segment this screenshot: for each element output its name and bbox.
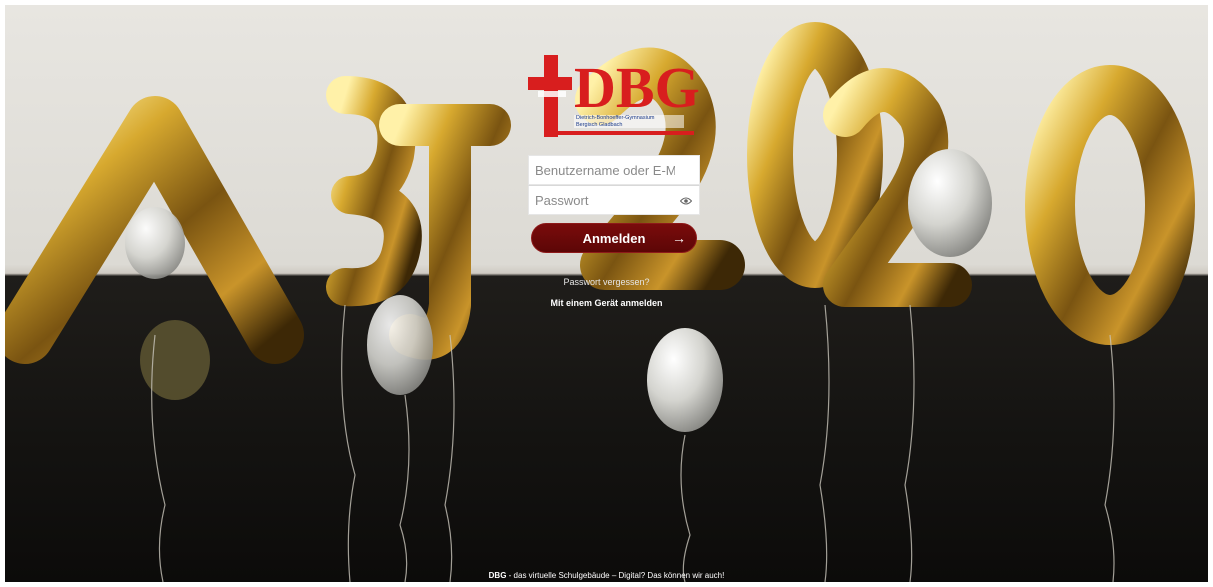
username-input[interactable] [529,156,699,184]
logo-line2: Bergisch Gladbach [576,122,622,128]
eye-icon[interactable] [680,196,692,206]
logo-cross-icon [528,55,572,137]
device-login-link[interactable]: Mit einem Gerät anmelden [0,298,1213,308]
footer-brand: DBG [488,571,507,580]
password-input[interactable] [529,186,699,214]
arrow-right-icon: → [672,230,686,246]
footer-text: DBG - das virtuelle Schulgebäude – Digit… [0,571,1213,580]
login-button[interactable]: Anmelden → [531,223,697,253]
forgot-password-link[interactable]: Passwort vergessen? [0,277,1213,287]
username-field-wrap [528,155,700,185]
footer-tagline: - das virtuelle Schulgebäude – Digital? … [506,571,725,580]
logo-brand-text: DBG [574,55,700,120]
login-form [528,155,700,215]
logo-line1: Dietrich-Bonhoeffer-Gymnasium [576,115,655,121]
school-logo: DBG Dietrich-Bonhoeffer-Gymnasium Bergis… [526,55,701,137]
password-field-wrap [528,185,700,215]
login-page: DBG Dietrich-Bonhoeffer-Gymnasium Bergis… [0,0,1213,587]
